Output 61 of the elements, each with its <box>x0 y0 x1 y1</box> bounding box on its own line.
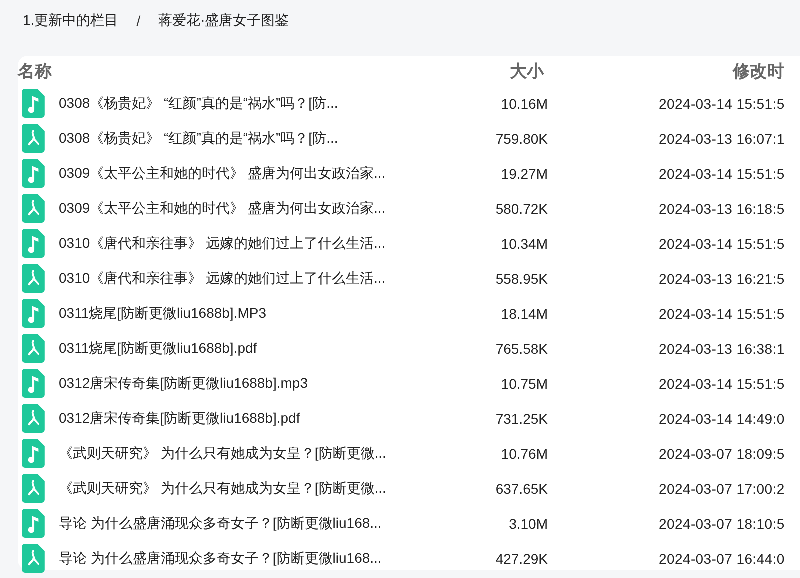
audio-file-icon <box>22 89 45 118</box>
breadcrumb-link[interactable]: 1.更新中的栏目 <box>23 12 119 30</box>
file-size: 427.29K <box>494 550 548 566</box>
breadcrumb-link[interactable]: 蒋爱花·盛唐女子图鉴 <box>158 12 290 30</box>
file-name[interactable]: 《武则天研究》 为什么只有她成为女皇？[防断更微... <box>59 444 386 462</box>
pdf-file-icon <box>22 124 45 153</box>
file-size: 731.25K <box>494 410 548 426</box>
file-size: 558.95K <box>494 270 548 286</box>
pdf-file-icon <box>22 404 45 433</box>
audio-file-icon <box>22 369 45 398</box>
file-size: 765.58K <box>494 340 548 356</box>
pdf-file-icon <box>22 194 45 223</box>
file-size: 10.16M <box>500 96 548 112</box>
file-size: 759.80K <box>494 130 548 146</box>
modified-time: 2024-03-13 16:07:1 <box>659 130 785 146</box>
audio-file-icon <box>22 159 45 188</box>
audio-file-icon <box>22 299 45 328</box>
audio-file-icon <box>22 229 45 258</box>
file-size: 10.75M <box>500 376 548 392</box>
file-name[interactable]: 导论 为什么盛唐涌现众多奇女子？[防断更微liu168... <box>59 514 382 532</box>
modified-time: 2024-03-13 16:38:1 <box>659 340 785 356</box>
file-size: 580.72K <box>494 200 548 216</box>
modified-time: 2024-03-07 18:10:5 <box>659 516 785 532</box>
modified-time: 2024-03-14 15:51:5 <box>659 166 785 182</box>
file-size: 10.34M <box>500 236 548 252</box>
modified-time: 2024-03-14 15:51:5 <box>659 96 785 112</box>
file-size: 637.65K <box>494 480 548 496</box>
modified-time: 2024-03-07 17:00:2 <box>659 480 785 496</box>
file-size: 10.76M <box>500 446 548 462</box>
breadcrumb-separator: / <box>136 13 141 29</box>
file-name[interactable]: 0312唐宋传奇集[防断更微liu1688b].pdf <box>59 410 300 428</box>
file-size: 18.14M <box>500 306 548 322</box>
audio-file-icon <box>22 439 45 468</box>
file-size: 19.27M <box>500 166 548 182</box>
modified-time: 2024-03-07 16:44:0 <box>659 550 785 566</box>
modified-time: 2024-03-13 16:18:5 <box>659 200 785 216</box>
file-name[interactable]: 0309《太平公主和她的时代》 盛唐为何出女政治家... <box>59 200 386 218</box>
file-size: 3.10M <box>508 516 548 532</box>
file-name[interactable]: 0312唐宋传奇集[防断更微liu1688b].mp3 <box>59 374 308 392</box>
file-name[interactable]: 《武则天研究》 为什么只有她成为女皇？[防断更微... <box>59 480 386 498</box>
modified-time: 2024-03-07 18:09:5 <box>659 446 785 462</box>
audio-file-icon <box>22 509 45 538</box>
file-name[interactable]: 0308《杨贵妃》 “红颜”真的是“祸水”吗？[防... <box>59 94 338 112</box>
column-header[interactable]: 修改时 <box>733 60 785 82</box>
pdf-file-icon <box>22 334 45 363</box>
modified-time: 2024-03-14 15:51:5 <box>659 376 785 392</box>
file-name[interactable]: 0310《唐代和亲往事》 远嫁的她们过上了什么生活... <box>59 270 386 288</box>
modified-time: 2024-03-14 15:51:5 <box>659 306 785 322</box>
pdf-file-icon <box>22 264 45 293</box>
modified-time: 2024-03-14 15:51:5 <box>659 236 785 252</box>
modified-time: 2024-03-13 16:21:5 <box>659 270 785 286</box>
modified-time: 2024-03-14 14:49:0 <box>659 410 785 426</box>
file-name[interactable]: 0308《杨贵妃》 “红颜”真的是“祸水”吗？[防... <box>59 130 338 148</box>
file-name[interactable]: 0311烧尾[防断更微liu1688b].pdf <box>59 340 258 358</box>
file-name[interactable]: 导论 为什么盛唐涌现众多奇女子？[防断更微liu168... <box>59 550 382 568</box>
file-name[interactable]: 0310《唐代和亲往事》 远嫁的她们过上了什么生活... <box>59 234 386 252</box>
file-name[interactable]: 0309《太平公主和她的时代》 盛唐为何出女政治家... <box>59 164 386 182</box>
pdf-file-icon <box>22 474 45 503</box>
file-name[interactable]: 0311烧尾[防断更微liu1688b].MP3 <box>59 304 266 322</box>
column-header[interactable]: 名称 <box>18 60 438 82</box>
column-header[interactable]: 大小 <box>438 60 544 82</box>
